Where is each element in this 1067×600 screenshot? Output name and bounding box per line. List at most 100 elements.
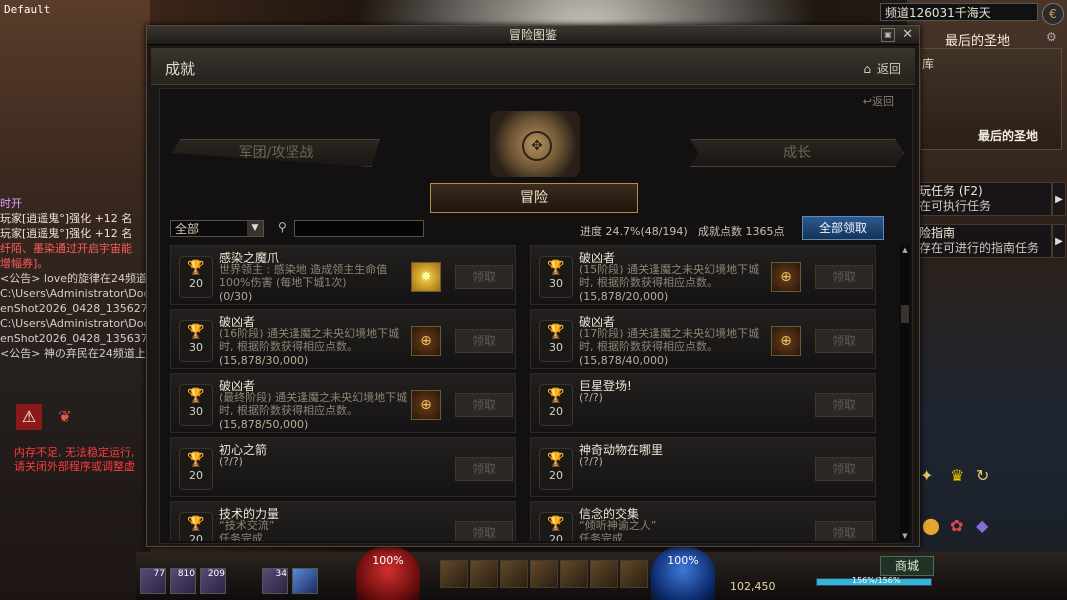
achievement-card[interactable]: 🏆 30 破凶者 (17阶段) 通关逢魔之未央幻境地下城时, 根据阶数获得相应点数。(… [530,309,876,369]
window-titlebar[interactable]: 冒险图鉴 ▣ ✕ [147,26,919,45]
quest-button[interactable]: 玩任务 (F2) 在可执行任务 [914,182,1052,216]
scroll-up-icon[interactable]: ▲ [900,245,910,255]
claim-button[interactable]: 领取 [455,521,513,541]
reward-emblem-icon[interactable]: ⊕ [771,262,801,292]
guide-expand-icon[interactable]: ▶ [1052,224,1066,258]
close-icon[interactable]: ✕ [902,26,913,44]
skill-slot[interactable] [590,560,618,588]
quest-expand-icon[interactable]: ▶ [1052,182,1066,216]
guide-button[interactable]: 险指南 存在可进行的指南任务 [914,224,1052,258]
claim-button[interactable]: 领取 [815,265,873,289]
achievement-description: (16阶段) 通关逢魔之未央幻境地下城时, 根据阶数获得相应点数。 [219,327,400,353]
crown-icon[interactable]: ♛ [950,466,964,485]
adventure-codex-window: 冒险图鉴 ▣ ✕ 成就 ⌂ 返回 ↩返回 ✥ 军团/攻坚战 成长 冒险 全部 ▼ … [146,25,920,547]
reward-emblem-icon[interactable]: ⊕ [411,326,441,356]
quest-button-sub: 在可执行任务 [919,199,992,213]
event-icon[interactable]: ✦ [920,466,933,485]
buff-slot[interactable]: 810 [170,568,196,594]
flower-icon[interactable]: ✿ [950,516,963,535]
secondary-back-button[interactable]: ↩返回 [863,93,894,109]
skill-slot[interactable] [500,560,528,588]
category-filter-select[interactable]: 全部 ▼ [170,220,264,237]
chat-line: 增幅券]。 [0,257,49,270]
reward-star-icon[interactable]: ✸ [411,262,441,292]
skill-slot[interactable] [470,560,498,588]
buff-slot[interactable]: 77 [140,568,166,594]
reward-emblem-icon[interactable]: ⊕ [411,390,441,420]
scroll-thumb[interactable] [901,305,909,323]
achievement-description: (15阶段) 通关逢魔之未央幻境地下城时, 根据阶数获得相应点数。 [579,263,760,289]
reward-emblem-icon[interactable]: ⊕ [771,326,801,356]
location-pin-icon[interactable]: ⬤ [922,516,940,535]
claim-all-button[interactable]: 全部领取 [802,216,884,240]
list-scrollbar[interactable]: ▲ ▼ [900,245,910,541]
claim-button[interactable]: 领取 [815,457,873,481]
achievement-card[interactable]: 🏆 30 破凶者 (最终阶段) 通关逢魔之未央幻境地下城时, 根据阶数获得相应点数。(… [170,373,516,433]
chat-line: 纤陌、墨染通过开启宇宙能 [0,242,132,255]
lungs-icon[interactable]: ❦ [52,404,78,430]
exp-text: 156%/156% [852,576,901,585]
achievement-card[interactable]: 🏆20信念的交集“倾听神谕之人” 任务完成(0/1)领取 [530,501,876,541]
warning-icons: ⚠ ❦ [16,404,96,432]
buff-slot[interactable] [292,568,318,594]
achievement-progress: (?/?) [579,391,603,404]
trophy-icon: 🏆 [547,388,565,404]
achievement-card[interactable]: 🏆 20 巨星登场! (?/?) 领取 [530,373,876,433]
trophy-badge: 🏆 20 [179,448,213,490]
buff-count: 209 [207,569,225,579]
guide-button-sub: 存在可进行的指南任务 [919,241,1040,255]
claim-button[interactable]: 领取 [815,393,873,417]
skill-slot[interactable] [440,560,468,588]
claim-button[interactable]: 领取 [455,265,513,289]
skill-slot[interactable] [620,560,648,588]
back-button[interactable]: ⌂ 返回 [863,60,901,77]
alert-icon[interactable]: ⚠ [16,404,42,430]
shop-button[interactable]: 商城 [880,556,934,576]
search-input[interactable] [294,220,424,237]
section-header: 成就 ⌂ 返回 [151,48,915,85]
gear-icon[interactable]: ⚙ [1046,30,1057,44]
memory-warning: 内存不足, 无法稳定运行, 请关闭外部程序或调整虚 [14,446,150,474]
claim-button[interactable]: 领取 [815,521,873,541]
achievement-description: 世界领主 : 感染地 造成领主生命值100%伤害 (每地下城1次) [219,263,388,289]
section-title: 成就 [165,60,196,78]
buff-slot[interactable]: 209 [200,568,226,594]
gem-icon[interactable]: ◆ [976,516,988,535]
claim-button[interactable]: 领取 [455,457,513,481]
achievement-list[interactable]: 🏆 20 感染之魔爪 世界领主 : 感染地 造成领主生命值100%伤害 (每地下城1次… [170,245,890,541]
claim-button[interactable]: 领取 [455,329,513,353]
channel-display[interactable]: 频道126031千海天 [880,3,1038,21]
tab-growth[interactable]: 成长 [690,139,904,167]
warning-line: 内存不足, 无法稳定运行, [14,446,135,459]
achievement-card[interactable]: 🏆 30 破凶者 (15阶段) 通关逢魔之未央幻境地下城时, 根据阶数获得相应点数。(… [530,245,876,305]
tab-adventure[interactable]: 冒险 [430,183,638,213]
refresh-icon[interactable]: ↻ [976,466,989,485]
chat-line: 玩家[逍遥鬼°]强化 +12 名 [0,212,133,225]
achievement-points-value: 20 [189,277,203,290]
guide-button-title: 险指南 [919,226,956,240]
search-icon: ⚲ [278,220,287,234]
achievement-card[interactable]: 🏆 30 破凶者 (16阶段) 通关逢魔之未央幻境地下城时, 根据阶数获得相应点数。(… [170,309,516,369]
chat-log[interactable]: 时开 玩家[逍遥鬼°]强化 +12 名玩家[逍遥鬼°]强化 +12 名纤陌、墨染通… [0,196,150,361]
chat-line: enShot2026_0428_135637 [0,332,148,345]
skill-slot[interactable] [560,560,588,588]
minimap-label: 库 [922,57,935,71]
channel-settings-icon[interactable]: € [1042,3,1064,25]
chat-line: enShot2026_0428_135627 [0,302,148,315]
chat-line: <公告> love的旋律在24频道 [0,272,147,285]
claim-button[interactable]: 领取 [815,329,873,353]
claim-button[interactable]: 领取 [455,393,513,417]
achievement-card[interactable]: 🏆20技术的力量“技术交流” 任务完成(0/1)领取 [170,501,516,541]
achievement-progress: (15,878/20,000) [579,290,669,303]
minimize-icon[interactable]: ▣ [881,28,895,42]
tab-legion-raid[interactable]: 军团/攻坚战 [172,139,380,167]
trophy-icon: 🏆 [547,452,565,468]
achievement-card[interactable]: 🏆 20 感染之魔爪 世界领主 : 感染地 造成领主生命值100%伤害 (每地下城1次… [170,245,516,305]
achievement-card[interactable]: 🏆 20 初心之箭 (?/?) 领取 [170,437,516,497]
scroll-down-icon[interactable]: ▼ [900,531,910,541]
back-label: 返回 [876,62,901,76]
buff-slot[interactable]: 34 [262,568,288,594]
achievement-card[interactable]: 🏆 20 神奇动物在哪里 (?/?) 领取 [530,437,876,497]
skill-slot[interactable] [530,560,558,588]
chat-line: C:\Users\Administrator\Doc [0,317,150,330]
